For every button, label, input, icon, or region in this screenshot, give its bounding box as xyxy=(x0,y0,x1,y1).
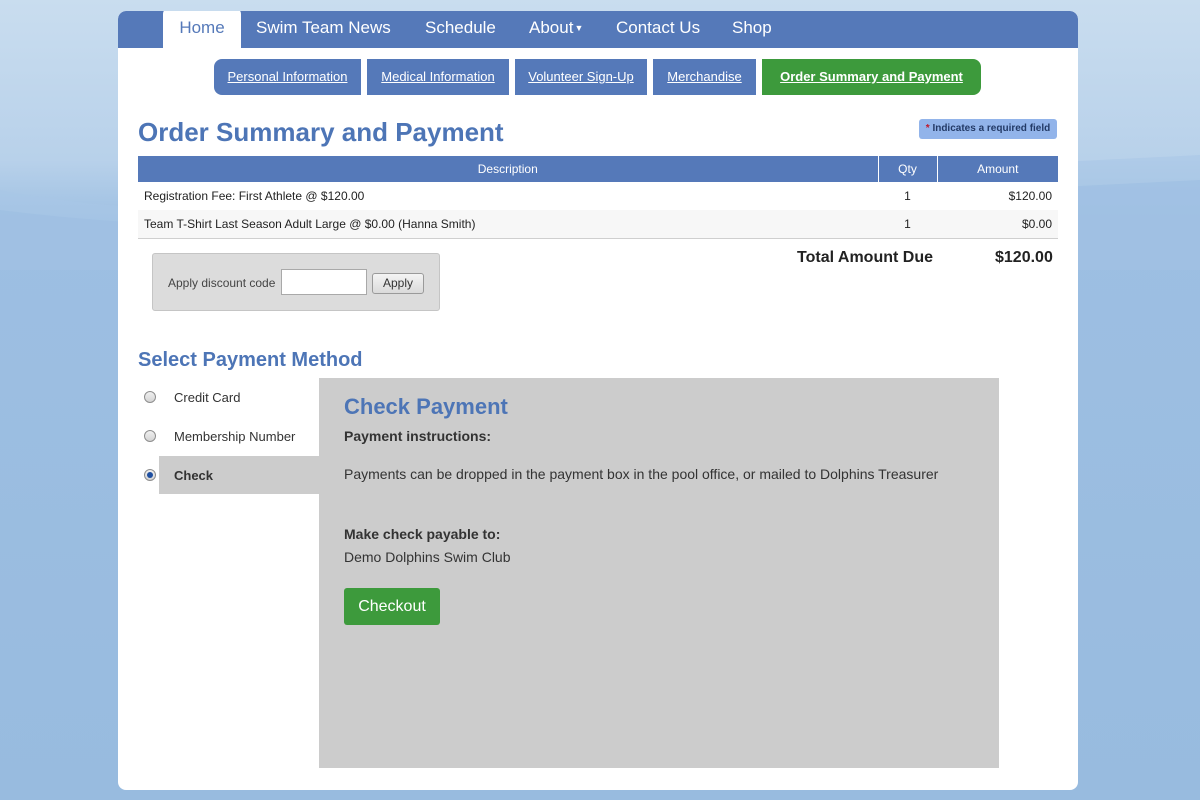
row-qty: 1 xyxy=(878,210,937,239)
payment-option-label-wrap: Membership Number xyxy=(159,417,319,455)
payment-option-credit-card[interactable]: Credit Card xyxy=(138,378,319,416)
payable-heading: Make check payable to: xyxy=(344,526,501,542)
nav-shop[interactable]: Shop xyxy=(732,11,772,48)
nav-about[interactable]: About▼ xyxy=(529,11,583,48)
tab-order-summary[interactable]: Order Summary and Payment xyxy=(762,59,981,95)
payment-section-title: Select Payment Method xyxy=(138,349,363,371)
nav-contact-us[interactable]: Contact Us xyxy=(616,11,700,48)
table-row: Team T-Shirt Last Season Adult Large @ $… xyxy=(138,210,1058,239)
order-table: Description Qty Amount Registration Fee:… xyxy=(138,156,1058,239)
payment-option-label-wrap: Check xyxy=(159,456,319,494)
discount-box: Apply discount code Apply xyxy=(152,253,440,311)
payable-to-text: Demo Dolphins Swim Club xyxy=(344,549,511,565)
required-field-note: * Indicates a required field xyxy=(919,119,1057,139)
top-navigation: Home Swim Team News Schedule About▼ Cont… xyxy=(118,11,1078,48)
panel-title: Check Payment xyxy=(344,394,508,419)
total-label: Total Amount Due xyxy=(797,249,933,266)
header-description: Description xyxy=(138,156,879,182)
row-amount: $0.00 xyxy=(937,210,1058,239)
total-value: $120.00 xyxy=(995,249,1053,266)
row-description: Team T-Shirt Last Season Adult Large @ $… xyxy=(138,210,878,239)
payment-option-label: Membership Number xyxy=(174,429,296,444)
required-star: * xyxy=(925,123,930,134)
instructions-text: Payments can be dropped in the payment b… xyxy=(344,466,939,482)
payment-option-label: Check xyxy=(174,468,214,483)
caret-down-icon: ▼ xyxy=(574,23,584,33)
tab-medical-information[interactable]: Medical Information xyxy=(367,59,509,95)
header-amount: Amount xyxy=(937,156,1058,182)
tab-volunteer-sign-up[interactable]: Volunteer Sign-Up xyxy=(515,59,647,95)
checkout-button[interactable]: Checkout xyxy=(344,588,440,625)
row-qty: 1 xyxy=(904,189,911,203)
nav-home[interactable]: Home xyxy=(163,11,241,48)
discount-label: Apply discount code xyxy=(168,276,276,290)
nav-about-label: About xyxy=(529,18,574,37)
required-note-text: Indicates a required field xyxy=(932,123,1051,134)
nav-schedule[interactable]: Schedule xyxy=(425,11,496,48)
table-row: Registration Fee: First Athlete @ $120.0… xyxy=(138,182,1058,210)
payment-option-membership[interactable]: Membership Number xyxy=(138,417,319,455)
check-radio[interactable] xyxy=(144,469,156,481)
order-table-header: Description Qty Amount xyxy=(138,156,1058,182)
discount-code-input[interactable] xyxy=(281,269,367,295)
credit-card-radio[interactable] xyxy=(144,391,156,403)
payment-option-label: Credit Card xyxy=(174,390,241,405)
page-title: Order Summary and Payment xyxy=(138,117,504,147)
row-description: Registration Fee: First Athlete @ $120.0… xyxy=(144,189,365,203)
tab-merchandise[interactable]: Merchandise xyxy=(653,59,756,95)
payment-option-label-wrap: Credit Card xyxy=(159,378,319,416)
check-payment-panel: Check Payment Payment instructions: Paym… xyxy=(319,378,999,768)
nav-swim-team-news[interactable]: Swim Team News xyxy=(256,11,391,48)
row-amount: $120.00 xyxy=(1008,189,1052,203)
payment-option-check[interactable]: Check xyxy=(138,456,319,494)
header-qty: Qty xyxy=(878,156,938,182)
tab-personal-information[interactable]: Personal Information xyxy=(214,59,361,95)
page-container: Home Swim Team News Schedule About▼ Cont… xyxy=(118,11,1078,790)
membership-radio[interactable] xyxy=(144,430,156,442)
apply-button[interactable]: Apply xyxy=(372,273,424,294)
instructions-heading: Payment instructions: xyxy=(344,428,492,444)
